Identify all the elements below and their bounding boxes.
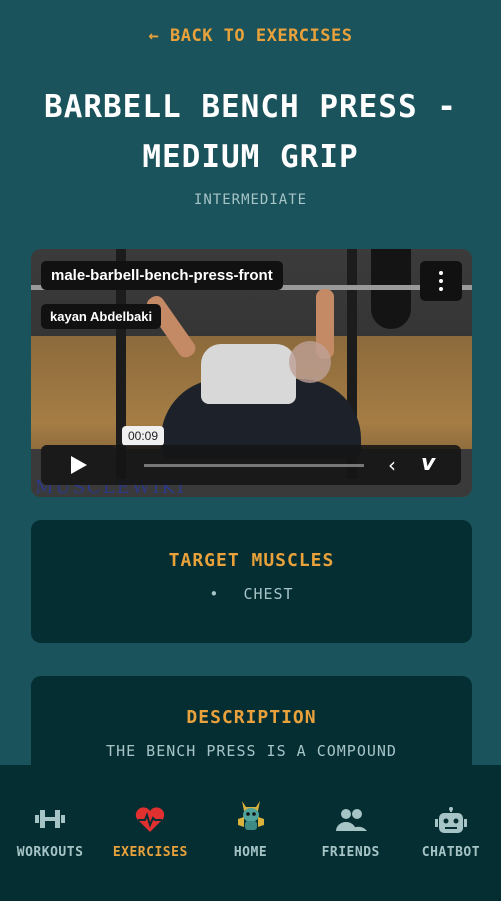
nav-item-home[interactable]: HOME (200, 765, 300, 901)
nav-label: HOME (233, 845, 268, 860)
exercise-detail-page: ← BACK TO EXERCISES BARBELL BENCH PRESS … (0, 0, 501, 765)
video-author[interactable]: kayan Abdelbaki (41, 304, 162, 329)
time-tooltip: 00:09 (122, 426, 165, 446)
nav-item-workouts[interactable]: WORKOUTS (0, 765, 100, 901)
back-to-exercises-link[interactable]: ← BACK TO EXERCISES (0, 26, 501, 46)
difficulty-level: INTERMEDIATE (193, 192, 308, 208)
nav-label: FRIENDS (321, 845, 380, 860)
description-text: THE BENCH PRESS IS A COMPOUND (106, 742, 397, 760)
more-options-icon[interactable] (420, 261, 462, 301)
description-card: DESCRIPTION THE BENCH PRESS IS A COMPOUN… (31, 676, 472, 765)
play-button[interactable] (41, 445, 115, 485)
nav-item-exercises[interactable]: EXERCISES (100, 765, 200, 901)
vimeo-logo[interactable]: v (421, 451, 435, 476)
progress-bar[interactable] (144, 464, 364, 467)
heart-pulse-icon (136, 807, 165, 832)
target-muscles-heading: TARGET MUSCLES (168, 550, 335, 571)
nav-label: EXERCISES (112, 845, 188, 860)
video-player[interactable]: MUSCLEWIKI male-barbell-bench-press-fron… (31, 249, 472, 497)
nav-label: WORKOUTS (16, 845, 84, 860)
video-controls: ‹ v (41, 445, 461, 485)
exercise-title: BARBELL BENCH PRESS - MEDIUM GRIP (44, 89, 457, 175)
bottom-nav: WORKOUTS EXERCISES HOME FRIENDS CHATBOT (0, 765, 501, 901)
users-icon (335, 809, 367, 831)
nav-item-friends[interactable]: FRIENDS (301, 765, 401, 901)
dumbbell-icon (35, 810, 66, 828)
mascot-icon (237, 801, 264, 830)
robot-icon (434, 807, 467, 833)
muscle-item: CHEST (31, 585, 472, 603)
target-muscles-card: TARGET MUSCLES CHEST (31, 520, 472, 643)
description-heading: DESCRIPTION (186, 707, 317, 728)
nav-label: CHATBOT (421, 845, 481, 860)
nav-item-chatbot[interactable]: CHATBOT (401, 765, 501, 901)
video-title[interactable]: male-barbell-bench-press-front (41, 261, 283, 290)
chevron-left-icon[interactable]: ‹ (388, 453, 396, 477)
